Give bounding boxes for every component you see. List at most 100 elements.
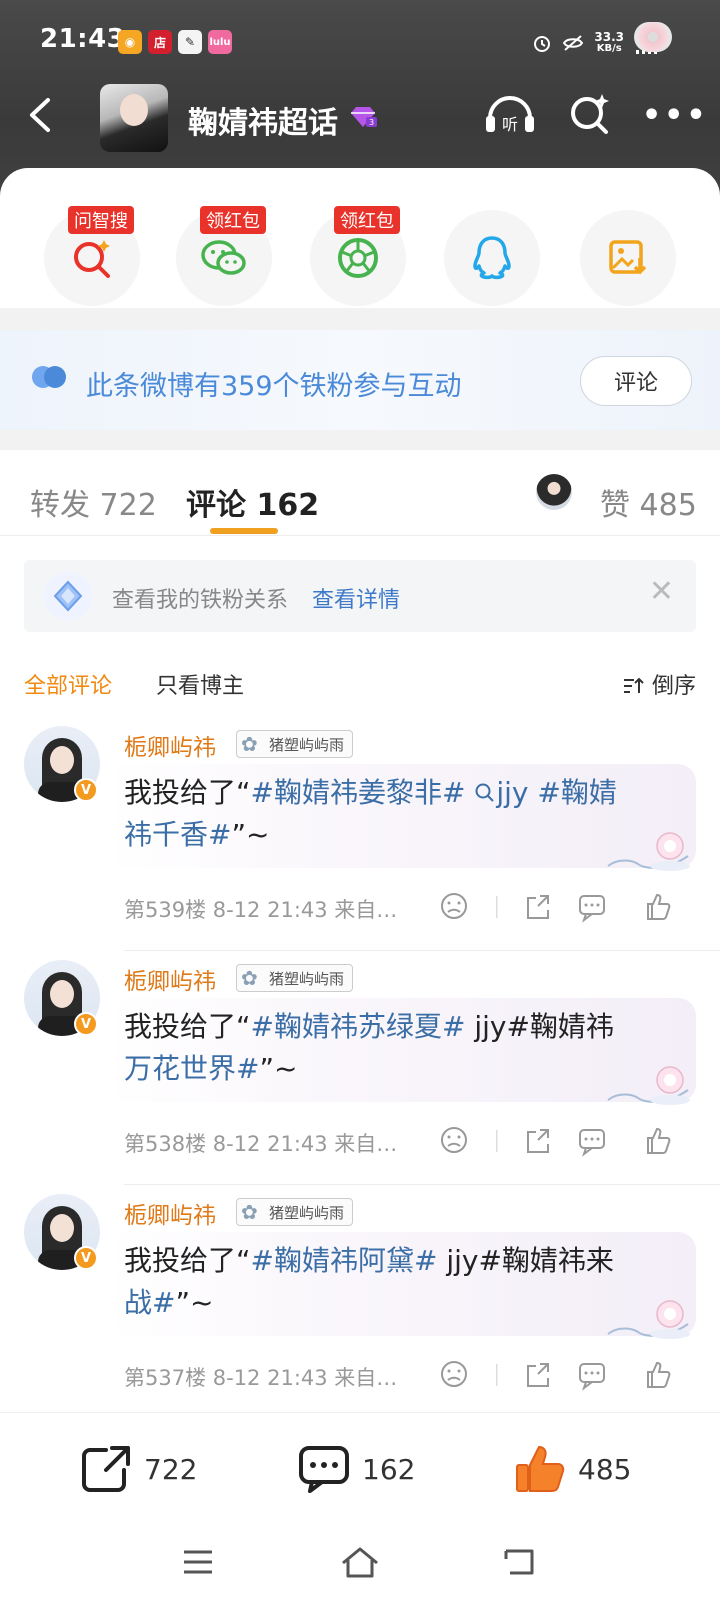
menu-icon[interactable] (182, 1549, 214, 1575)
commenter-name[interactable]: 栀卿屿祎 (124, 962, 216, 996)
dislike-icon[interactable] (441, 1127, 467, 1153)
comment-button[interactable]: 162 (298, 1441, 415, 1497)
tab-comment[interactable]: 评论 162 (186, 480, 319, 524)
qq-icon (473, 236, 511, 280)
back-nav-icon[interactable] (502, 1547, 536, 1577)
store-icon: 店 (148, 30, 172, 54)
fan-pill-icon (32, 366, 66, 388)
note-icon: ✎ (178, 30, 202, 54)
filter-all-comments[interactable]: 全部评论 (24, 668, 112, 700)
comment-item: V 栀卿屿祎 ✿ 猪塑屿屿雨 我投给了“#鞠婧祎阿黛# jjy#鞠婧祎来 战#”~ … (0, 1188, 720, 1412)
fan-interaction-banner: 此条微博有359个铁粉参与互动 评论 (0, 330, 720, 430)
verified-badge-icon: V (74, 1246, 98, 1270)
fan-tag-label: 猪塑屿屿雨 (269, 1203, 345, 1222)
save-image-icon (609, 240, 647, 275)
hashtag-link[interactable]: #鞠婧祎苏绿夏# (251, 1010, 475, 1043)
reply-icon[interactable] (579, 895, 605, 923)
hashtag-link[interactable]: 祎千香# (124, 818, 231, 851)
commenter-name[interactable]: 栀卿屿祎 (124, 728, 216, 762)
save-image-button[interactable] (580, 210, 676, 306)
fan-tag[interactable]: ✿ 猪塑屿屿雨 (236, 1198, 354, 1226)
status-bar: 21:43 ◉ 店 ✎ lulu 33.3 KB/s 5G (0, 20, 720, 64)
listen-icon[interactable]: 听 (484, 88, 536, 136)
net-speed-unit: KB/s (596, 43, 622, 54)
back-icon[interactable] (26, 94, 54, 143)
fan-comment-button[interactable]: 评论 (580, 356, 692, 406)
search-icon (475, 783, 495, 802)
hashtag-link[interactable]: 战# (124, 1286, 175, 1319)
like-button[interactable]: 485 (514, 1441, 631, 1497)
battery-donut-icon (634, 22, 672, 52)
comment-fragment: jjy#鞠婧祎 (474, 1010, 614, 1043)
home-icon[interactable] (340, 1545, 380, 1579)
comment-divider (124, 950, 720, 951)
comment-prefix: 我投给了“ (124, 1010, 251, 1043)
share-icon[interactable] (527, 1363, 549, 1387)
comment-divider (124, 1184, 720, 1185)
commenter-name[interactable]: 栀卿屿祎 (124, 1196, 216, 1230)
dislike-icon[interactable] (441, 893, 467, 919)
clover-icon: ✿ (241, 966, 258, 990)
ai-search-icon (74, 240, 110, 278)
tab-like[interactable]: 赞 485 (600, 480, 697, 524)
search-link[interactable]: jjy #鞠婧 (474, 776, 617, 809)
sort-toggle[interactable]: 倒序 (623, 668, 696, 700)
comment-actions (441, 1361, 671, 1391)
topic-avatar[interactable] (100, 84, 168, 152)
share-sheet: 问智搜 领红包 领红包 此条微博有359个铁粉参与互动 评论 转发 722 评论… (0, 168, 720, 1608)
tab-repost[interactable]: 转发 722 (30, 480, 157, 524)
share-icon[interactable] (527, 895, 549, 919)
more-icon[interactable]: ••• (642, 98, 709, 133)
dislike-icon[interactable] (441, 1361, 467, 1387)
quick-actions: 问智搜 领红包 领红包 (0, 190, 720, 306)
ask-search-button[interactable]: 问智搜 (44, 206, 140, 306)
like-filled-icon (516, 1445, 565, 1492)
system-nav-bar (0, 1533, 720, 1608)
hashtag-link[interactable]: 万花世界# (124, 1052, 259, 1085)
comment-actions (441, 893, 671, 923)
comment-meta: 第539楼 8-12 21:43 来自… (124, 898, 398, 922)
search-spark-icon[interactable] (568, 92, 612, 136)
verified-badge-icon: V (74, 1012, 98, 1036)
fan-tag-label: 猪塑屿屿雨 (269, 735, 345, 754)
moments-icon (338, 238, 378, 278)
fan-tag-label: 猪塑屿屿雨 (269, 969, 345, 988)
like-icon[interactable] (647, 1361, 671, 1388)
comment-item: V 栀卿屿祎 ✿ 猪塑屿屿雨 我投给了“#鞠婧祎姜黎非# jjy #鞠婧 祎千香#”… (0, 720, 720, 952)
wechat-share-button[interactable]: 领红包 (176, 206, 272, 306)
comment-icon (299, 1446, 349, 1493)
comment-count: 162 (362, 1452, 416, 1486)
top-nav: 鞠婧祎超话 3 听 ••• (0, 80, 720, 156)
fan-relation-link[interactable]: 查看详情 (312, 582, 400, 614)
topic-title[interactable]: 鞠婧祎超话 (188, 98, 338, 142)
divider (0, 430, 720, 450)
comment-fragment: jjy#鞠婧祎来 (446, 1244, 614, 1277)
sort-icon (623, 677, 644, 693)
repost-button[interactable]: 722 (80, 1441, 197, 1497)
liker-avatar (536, 474, 572, 510)
moments-share-button[interactable]: 领红包 (310, 206, 406, 306)
comment-text: 我投给了“#鞠婧祎姜黎非# jjy #鞠婧 祎千香#”~ (124, 772, 684, 856)
qq-share-button[interactable] (444, 210, 540, 306)
comment-prefix: 我投给了“ (124, 776, 251, 809)
hashtag-link[interactable]: #鞠婧祎阿黛# (251, 1244, 447, 1277)
reply-icon[interactable] (579, 1129, 605, 1157)
close-icon[interactable]: ✕ (649, 574, 674, 609)
fan-tag[interactable]: ✿ 猪塑屿屿雨 (236, 730, 354, 758)
net-speed-value: 33.3 (594, 30, 624, 44)
like-icon[interactable] (647, 1127, 671, 1154)
share-icon[interactable] (527, 1129, 549, 1153)
wechat-badge: 领红包 (200, 206, 266, 234)
like-icon[interactable] (647, 893, 671, 920)
fan-tag[interactable]: ✿ 猪塑屿屿雨 (236, 964, 354, 992)
fan-relation-text: 查看我的铁粉关系 (112, 588, 289, 613)
clover-icon: ✿ (241, 1200, 258, 1224)
reply-icon[interactable] (579, 1363, 605, 1391)
filter-only-author[interactable]: 只看博主 (156, 668, 244, 700)
comment-text: 我投给了“#鞠婧祎阿黛# jjy#鞠婧祎来 战#”~ (124, 1240, 684, 1324)
comment-suffix: ”~ (175, 1286, 214, 1319)
hashtag-link[interactable]: #鞠婧祎姜黎非# (251, 776, 475, 809)
repost-count: 722 (144, 1452, 198, 1486)
divider (0, 308, 720, 330)
bubble-decoration-icon (607, 832, 690, 871)
